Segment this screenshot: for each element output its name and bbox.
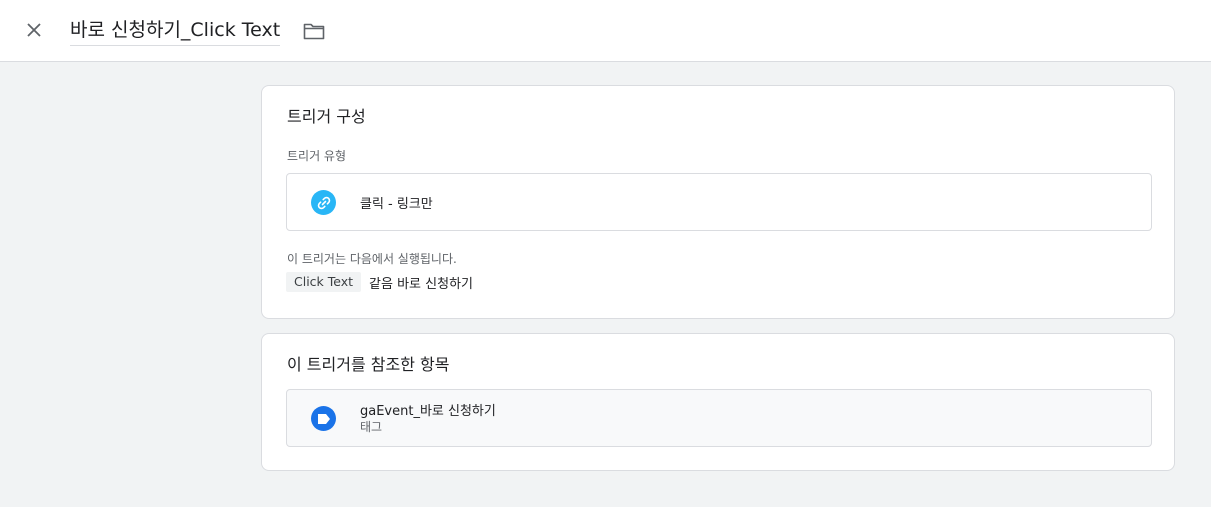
- condition-variable-chip: Click Text: [286, 272, 362, 292]
- header-bar: 바로 신청하기_Click Text: [0, 0, 1211, 62]
- close-icon: [27, 23, 41, 37]
- reference-type: 태그: [360, 420, 383, 434]
- tag-icon: [311, 406, 336, 431]
- close-button[interactable]: [22, 18, 46, 42]
- folder-button[interactable]: [302, 19, 326, 43]
- condition-operator-value: 같음 바로 신청하기: [369, 276, 473, 292]
- card-title: 이 트리거를 참조한 항목: [287, 355, 450, 374]
- fires-on-label: 이 트리거는 다음에서 실행됩니다.: [287, 252, 457, 266]
- reference-name: gaEvent_바로 신청하기: [360, 404, 496, 419]
- link-icon: [311, 190, 336, 215]
- card-title: 트리거 구성: [287, 107, 366, 126]
- trigger-type-value: 클릭 - 링크만: [360, 197, 433, 212]
- references-card: 이 트리거를 참조한 항목 gaEvent_바로 신청하기 태그: [261, 333, 1175, 471]
- trigger-configuration-card: 트리거 구성 트리거 유형 클릭 - 링크만 이 트리거는 다음에서 실행됩니다…: [261, 85, 1175, 319]
- reference-item[interactable]: gaEvent_바로 신청하기 태그: [286, 389, 1152, 447]
- trigger-name-input[interactable]: 바로 신청하기_Click Text: [70, 16, 281, 46]
- trigger-type-label: 트리거 유형: [287, 149, 347, 163]
- folder-icon: [303, 23, 325, 40]
- trigger-condition: Click Text 같음 바로 신청하기: [286, 272, 473, 292]
- trigger-type-selector[interactable]: 클릭 - 링크만: [286, 173, 1152, 231]
